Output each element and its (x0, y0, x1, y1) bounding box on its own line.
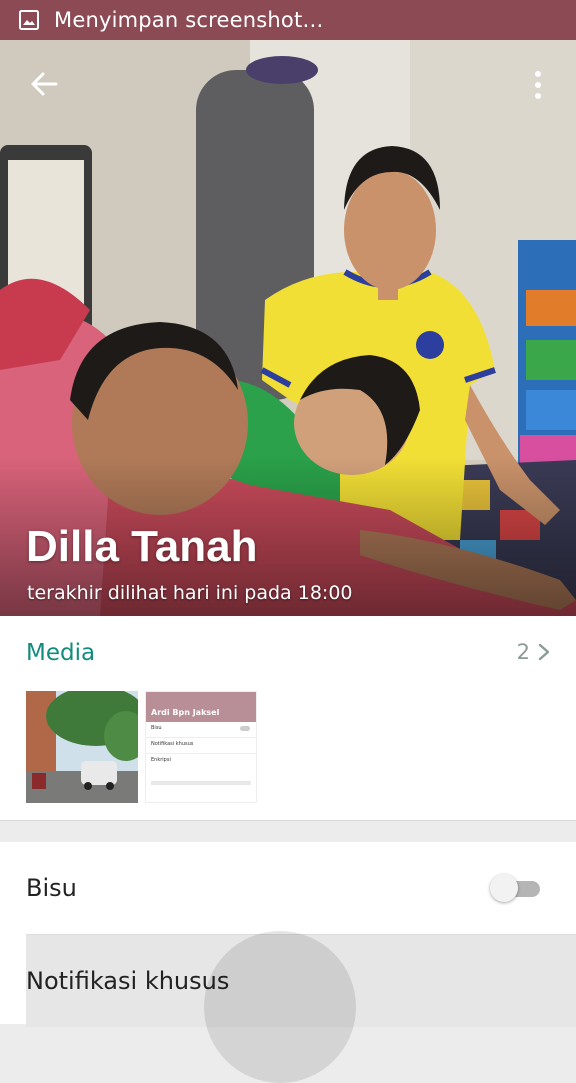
contact-name: Dilla Tanah (26, 522, 258, 571)
thumbnail-row: Enkripsi (146, 754, 256, 769)
status-bar-text: Menyimpan screenshot… (54, 8, 324, 32)
last-seen-text: terakhir dilihat hari ini pada 18:00 (27, 582, 353, 604)
thumbnail-fine-print (146, 769, 256, 777)
thumbnail-row: Bisu (146, 722, 256, 738)
mini-toggle-icon (240, 726, 250, 731)
mute-label: Bisu (26, 874, 77, 902)
thumbnail-row-label: Bisu (151, 725, 162, 731)
settings-section: Bisu Notifikasi khusus (0, 842, 576, 1083)
status-bar: Menyimpan screenshot… (0, 0, 576, 40)
profile-photo[interactable]: Dilla Tanah terakhir dilihat hari ini pa… (0, 40, 576, 616)
mute-toggle[interactable] (490, 874, 540, 902)
thumbnail-row-label: Enkripsi (151, 757, 171, 763)
media-title[interactable]: Media (26, 640, 95, 666)
image-icon (19, 10, 39, 30)
thumbnail-divider (151, 781, 251, 785)
media-count-link[interactable]: 2 (517, 640, 550, 664)
custom-notifications-label: Notifikasi khusus (26, 967, 230, 995)
custom-notifications-row[interactable]: Notifikasi khusus (26, 934, 576, 1027)
media-thumbnail-screenshot[interactable]: Ardi Bpn Jaksel Bisu Notifikasi khusus E… (145, 691, 257, 803)
arrow-back-icon[interactable] (28, 68, 60, 100)
media-thumbnail-photo[interactable] (26, 691, 138, 803)
media-count: 2 (516, 640, 530, 664)
more-vert-icon[interactable] (522, 68, 554, 102)
chevron-right-icon (538, 643, 550, 661)
media-section: Media 2 Ardi Bpn Jaksel Bisu Notifikasi (0, 616, 576, 821)
thumbnail-row: Notifikasi khusus (146, 738, 256, 754)
mute-row[interactable]: Bisu (0, 842, 576, 934)
thumbnail-header-text: Ardi Bpn Jaksel (151, 708, 220, 717)
thumbnail-header: Ardi Bpn Jaksel (146, 692, 256, 722)
street-photo-image (26, 691, 138, 803)
toggle-knob (490, 874, 518, 902)
thumbnail-row-label: Notifikasi khusus (151, 741, 194, 747)
